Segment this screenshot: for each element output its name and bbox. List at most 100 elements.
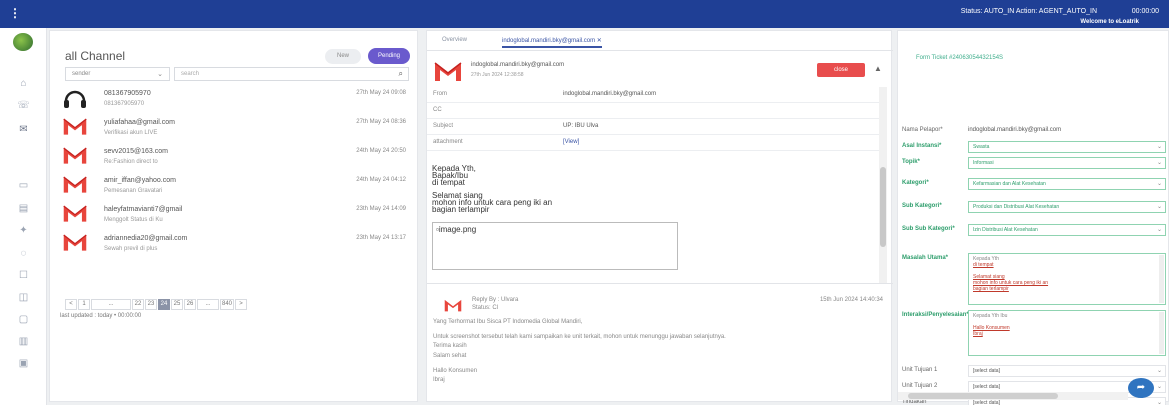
page-button[interactable]: 24: [158, 299, 170, 310]
page-button[interactable]: ...: [91, 299, 131, 310]
list-item[interactable]: amir_iffan@yahoo.com Pemesanan Gravatari 2…: [58, 172, 410, 201]
text-line: Salam sehat: [433, 352, 467, 359]
form-field-row: Nama Pelapor* indoglobal.mandiri.bky@gmai…: [902, 125, 1168, 139]
menu-icon[interactable]: ⋮: [9, 6, 21, 20]
phone-icon[interactable]: ☏: [0, 100, 47, 111]
list-item[interactable]: adriannedia20@gmail.com Sewah previl di p…: [58, 230, 410, 259]
masalah-textarea[interactable]: Kepada Yth di tempat Selamat siang mohon in…: [968, 253, 1166, 305]
page-button[interactable]: ...: [197, 299, 219, 310]
whatsapp-icon[interactable]: ☐: [0, 270, 47, 281]
close-button[interactable]: close: [817, 63, 865, 77]
welcome-text: Welcome to eLoatrik: [1080, 19, 1139, 25]
hscroll-thumb[interactable]: [908, 393, 1058, 399]
headset-icon: [62, 87, 88, 109]
item-time: 27th May 24 08:36: [356, 119, 406, 125]
home-icon[interactable]: ⌂: [0, 78, 47, 89]
header-key: attachment: [433, 139, 463, 145]
masalah-label: Masalah Utama*: [902, 255, 949, 261]
twitter-icon[interactable]: ✦: [0, 225, 47, 236]
chevron-up-icon[interactable]: ▲: [874, 64, 882, 73]
item-sender: adriannedia20@gmail.com: [104, 235, 188, 242]
item-sender: 081367905970: [104, 90, 151, 97]
page-button[interactable]: 1: [78, 299, 90, 310]
gmail-icon: [62, 145, 88, 167]
list-item[interactable]: haleyfatmavianti7@gmail Menggolt Status d…: [58, 201, 410, 230]
page-button[interactable]: 840: [220, 299, 234, 310]
item-subject: Menggolt Status di Ku: [104, 217, 163, 223]
header-value[interactable]: [View]: [563, 139, 579, 145]
gmail-icon: [443, 298, 463, 314]
reply-date: 15th Jun 2024 14:40:34: [819, 297, 883, 303]
textarea-scrollbar[interactable]: [1159, 312, 1164, 354]
attachment-name: image.png: [438, 225, 477, 234]
field-select[interactable]: [select data] ⌄: [968, 365, 1166, 377]
textarea-scrollbar[interactable]: [1159, 255, 1164, 303]
instagram-icon[interactable]: ◫: [0, 292, 47, 303]
report-icon[interactable]: ▢: [0, 314, 47, 325]
session-clock: 00:00:00: [1131, 8, 1159, 15]
sms-icon[interactable]: ▤: [0, 203, 47, 214]
email-body: Kepada Yth, Bapak/Ibu di tempat Selamat sia…: [432, 165, 552, 214]
item-time: 27th May 24 09:08: [356, 90, 406, 96]
email-from: indoglobal.mandiri.bky@gmail.com: [471, 62, 565, 68]
viewer-tabs: Overview indoglobal.mandiri.bky@gmail.co…: [427, 31, 893, 51]
field-select[interactable]: Izin Distribusi Alat Kesehatan ⌄: [968, 224, 1166, 236]
scroll-thumb[interactable]: [880, 167, 886, 247]
page-button[interactable]: 25: [171, 299, 183, 310]
select-value: Kefarmasian dan Alat Kesehatan: [973, 181, 1046, 187]
page-button[interactable]: 26: [184, 299, 196, 310]
header-value: indoglobal.mandiri.bky@gmail.com: [563, 91, 657, 97]
field-label: Sub Kategori*: [902, 203, 942, 209]
chevron-down-icon: ⌄: [1156, 160, 1162, 166]
page-button[interactable]: >: [235, 299, 247, 310]
item-subject: Sewah previl di plus: [104, 246, 158, 252]
search-input[interactable]: search ⌕: [174, 67, 409, 81]
select-value: Izin Distribusi Alat Kesehatan: [973, 227, 1038, 233]
tab-overview[interactable]: Overview: [442, 37, 467, 43]
ticket-icon[interactable]: ▥: [0, 336, 47, 347]
field-select[interactable]: Informasi ⌄: [968, 157, 1166, 169]
settings-icon[interactable]: ▣: [0, 358, 47, 369]
chevron-down-icon: ⌄: [1156, 384, 1162, 390]
search-icon[interactable]: ⌕: [399, 69, 403, 79]
attachment-image[interactable]: ▫image.png: [432, 222, 678, 270]
list-item[interactable]: yuliafahaa@gmail.com Verifikasi akun LIVE…: [58, 114, 410, 143]
chat-icon[interactable]: ▭: [0, 180, 47, 191]
tab-email[interactable]: indoglobal.mandiri.bky@gmail.com ✕: [502, 37, 602, 48]
share-fab-button[interactable]: ➦: [1128, 378, 1154, 398]
text-line: bagian terlampir: [432, 205, 490, 214]
reply-section: Reply By : Ulvara Status: Cl 15th Jun 20…: [427, 283, 893, 403]
list-item[interactable]: 081367905970 081367905970 27th May 24 09:0…: [58, 85, 410, 114]
form-field-row: Topik* Informasi ⌄: [902, 157, 1168, 171]
chevron-down-icon: ⌄: [1156, 204, 1162, 210]
reply-by: Reply By : Ulvara: [472, 297, 519, 303]
page-button[interactable]: 22: [132, 299, 144, 310]
field-select[interactable]: Swasta ⌄: [968, 141, 1166, 153]
agent-status: Status: AUTO_IN Action: AGENT_AUTO_IN: [960, 8, 1097, 15]
list-item[interactable]: sevv2015@163.com Re:Fashion direct to 24th…: [58, 143, 410, 172]
gmail-icon: [433, 60, 463, 84]
ticket-form-panel: Form Ticket #24063054432154S Nama Pelapo…: [897, 30, 1169, 405]
mail-icon[interactable]: ✉: [0, 124, 47, 135]
field-select[interactable]: Kefarmasian dan Alat Kesehatan ⌄: [968, 178, 1166, 190]
filter-select[interactable]: sender ⌄: [65, 67, 170, 81]
select-value: [select data]: [973, 384, 1000, 390]
interaksi-textarea[interactable]: Kepada Yth Ibu Hallo Konsumen Ibraj: [968, 310, 1166, 356]
icon-sidebar: ⌂ ☏ ✉ ▭ ▤ ✦ ◌ ☐ ◫ ▢ ▥ ▣: [0, 28, 47, 405]
page-button[interactable]: 23: [145, 299, 157, 310]
form-hscrollbar[interactable]: [898, 392, 1128, 400]
form-field-row: Asal Instansi* Swasta ⌄: [902, 141, 1168, 155]
form-title: Form Ticket #24063054432154S: [916, 55, 1004, 61]
item-time: 23th May 24 13:17: [356, 235, 406, 241]
page-button[interactable]: <: [65, 299, 77, 310]
viewer-scrollbar[interactable]: [879, 87, 887, 283]
field-label: Unit Tujuan 2: [902, 383, 938, 389]
text-line: Hallo Konsumen: [433, 367, 478, 374]
field-label: Nama Pelapor*: [902, 127, 943, 133]
messenger-icon[interactable]: ◌: [0, 248, 47, 259]
toggle-pending-button[interactable]: Pending: [368, 48, 410, 64]
field-select[interactable]: Produksi dan Distribusi Alat Kesehatan ⌄: [968, 201, 1166, 213]
form-field-row: Kategori* Kefarmasian dan Alat Kesehatan ⌄: [902, 178, 1168, 192]
toggle-new-button[interactable]: New: [325, 49, 361, 64]
item-time: 24th May 24 20:50: [356, 148, 406, 154]
